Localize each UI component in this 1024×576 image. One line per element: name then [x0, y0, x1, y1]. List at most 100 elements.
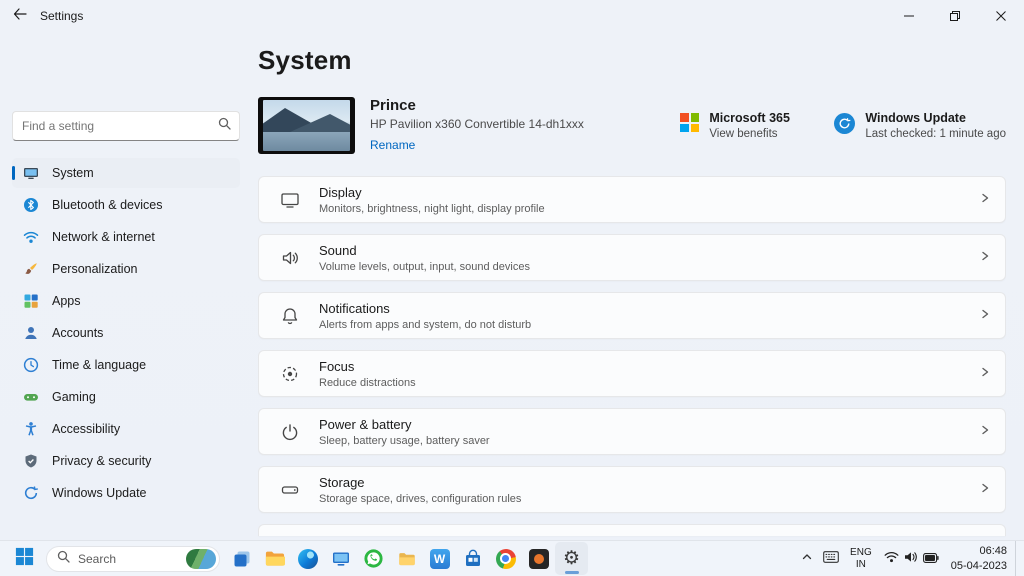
- settings-row-focus[interactable]: Focus Reduce distractions: [258, 350, 1006, 397]
- volume-icon: [904, 550, 918, 568]
- time-language-icon: [23, 357, 39, 373]
- row-texts: Storage Storage space, drives, configura…: [319, 475, 961, 505]
- windows-update-status-icon: [834, 113, 855, 134]
- windows-update-card[interactable]: Windows Update Last checked: 1 minute ag…: [834, 111, 1006, 140]
- sidebar-item-network-internet[interactable]: Network & internet: [12, 222, 240, 252]
- minimize-button[interactable]: [886, 0, 932, 32]
- page-header: Prince HP Pavilion x360 Convertible 14-d…: [258, 97, 1006, 154]
- microsoft-365-subtitle[interactable]: View benefits: [709, 128, 790, 140]
- window-controls: [886, 0, 1024, 32]
- row-texts: Focus Reduce distractions: [319, 359, 961, 389]
- find-a-setting-searchbox[interactable]: [12, 111, 240, 141]
- settings-row-partial[interactable]: [258, 524, 1006, 536]
- sidebar-item-label: Time & language: [52, 358, 146, 372]
- sidebar-item-label: Windows Update: [52, 486, 147, 500]
- clock-time: 06:48: [951, 544, 1007, 559]
- windows-update-subtitle: Last checked: 1 minute ago: [865, 128, 1006, 140]
- sidebar-item-label: Personalization: [52, 262, 137, 276]
- chevron-right-icon: [979, 365, 991, 383]
- sidebar-item-windows-update[interactable]: Windows Update: [12, 478, 240, 508]
- sidebar-item-time-language[interactable]: Time & language: [12, 350, 240, 380]
- chrome-icon[interactable]: [489, 542, 522, 575]
- sidebar-item-accessibility[interactable]: Accessibility: [12, 414, 240, 444]
- word-letter: W: [430, 549, 450, 569]
- word-icon[interactable]: W: [423, 542, 456, 575]
- windows-update-icon: [23, 485, 39, 501]
- chevron-right-icon: [979, 481, 991, 499]
- settings-row-storage[interactable]: Storage Storage space, drives, configura…: [258, 466, 1006, 513]
- row-title: Notifications: [319, 301, 961, 316]
- sidebar-item-privacy-security[interactable]: Privacy & security: [12, 446, 240, 476]
- accounts-icon: [23, 325, 39, 341]
- settings-rows: Display Monitors, brightness, night ligh…: [258, 176, 1006, 536]
- chevron-right-icon: [979, 307, 991, 325]
- bluetooth-icon: [23, 197, 39, 213]
- sidebar-item-apps[interactable]: Apps: [12, 286, 240, 316]
- chevron-right-icon: [979, 249, 991, 267]
- settings-row-sound[interactable]: Sound Volume levels, output, input, soun…: [258, 234, 1006, 281]
- system-monitor-icon: [23, 165, 39, 181]
- task-view-icon[interactable]: [225, 542, 258, 575]
- window-title: Settings: [40, 9, 83, 23]
- store-icon[interactable]: [456, 542, 489, 575]
- keyboard-icon: [823, 550, 839, 568]
- chevron-right-icon: [979, 191, 991, 209]
- microsoft-365-icon: [680, 113, 699, 132]
- rename-link[interactable]: Rename: [370, 138, 415, 152]
- edge-icon[interactable]: [291, 542, 324, 575]
- display-icon: [279, 190, 301, 210]
- focus-icon: [279, 364, 301, 384]
- sidebar-item-label: Accounts: [52, 326, 103, 340]
- microsoft-365-card[interactable]: Microsoft 365 View benefits: [680, 111, 800, 140]
- show-desktop-button[interactable]: [1015, 541, 1020, 576]
- sidebar-item-label: System: [52, 166, 94, 180]
- back-button[interactable]: [0, 0, 40, 32]
- row-subtitle: Storage space, drives, configuration rul…: [319, 493, 961, 505]
- quick-settings-button[interactable]: [878, 542, 945, 575]
- system-tray: ENG IN 06:48 05-04-2023: [796, 541, 1020, 576]
- settings-sidebar: System Bluetooth & devices Network & int…: [0, 32, 252, 540]
- apps-icon: [23, 293, 39, 309]
- sidebar-item-bluetooth-devices[interactable]: Bluetooth & devices: [12, 190, 240, 220]
- sidebar-nav: System Bluetooth & devices Network & int…: [12, 158, 240, 508]
- hidden-icons-button[interactable]: [796, 542, 818, 575]
- clock-button[interactable]: 06:48 05-04-2023: [945, 544, 1015, 574]
- sound-icon: [279, 248, 301, 268]
- language-indicator[interactable]: ENG IN: [844, 542, 878, 575]
- row-subtitle: Reduce distractions: [319, 377, 961, 389]
- sidebar-item-label: Privacy & security: [52, 454, 151, 468]
- whatsapp-icon[interactable]: [357, 542, 390, 575]
- sidebar-item-system[interactable]: System: [12, 158, 240, 188]
- search-highlight-image: [186, 549, 216, 569]
- settings-row-notifications[interactable]: Notifications Alerts from apps and syste…: [258, 292, 1006, 339]
- wifi-icon: [884, 550, 899, 568]
- settings-app-icon[interactable]: ⚙: [555, 542, 588, 575]
- folder-icon[interactable]: [390, 542, 423, 575]
- search-input[interactable]: [22, 119, 218, 133]
- titlebar: Settings: [0, 0, 1024, 32]
- taskbar-search-box[interactable]: Search: [46, 546, 220, 572]
- start-button[interactable]: [8, 542, 41, 575]
- settings-row-display[interactable]: Display Monitors, brightness, night ligh…: [258, 176, 1006, 223]
- device-wallpaper-thumbnail: [258, 97, 355, 154]
- row-title: Power & battery: [319, 417, 961, 432]
- dark-app-icon[interactable]: [522, 542, 555, 575]
- restore-button[interactable]: [932, 0, 978, 32]
- clock-date: 05-04-2023: [951, 559, 1007, 574]
- file-explorer-icon[interactable]: [258, 542, 291, 575]
- settings-row-power-battery[interactable]: Power & battery Sleep, battery usage, ba…: [258, 408, 1006, 455]
- row-subtitle: Sleep, battery usage, battery saver: [319, 435, 961, 447]
- device-name: Prince: [370, 97, 584, 114]
- close-button[interactable]: [978, 0, 1024, 32]
- sidebar-item-gaming[interactable]: Gaming: [12, 382, 240, 412]
- touch-keyboard-button[interactable]: [818, 542, 844, 575]
- notifications-icon: [279, 306, 301, 326]
- taskbar: Search W ⚙: [0, 540, 1024, 576]
- sidebar-item-personalization[interactable]: Personalization: [12, 254, 240, 284]
- sidebar-item-label: Bluetooth & devices: [52, 198, 163, 212]
- monitor-app-icon[interactable]: [324, 542, 357, 575]
- sidebar-item-accounts[interactable]: Accounts: [12, 318, 240, 348]
- chevron-right-icon: [979, 423, 991, 441]
- battery-icon: [923, 550, 939, 568]
- network-icon: [23, 229, 39, 245]
